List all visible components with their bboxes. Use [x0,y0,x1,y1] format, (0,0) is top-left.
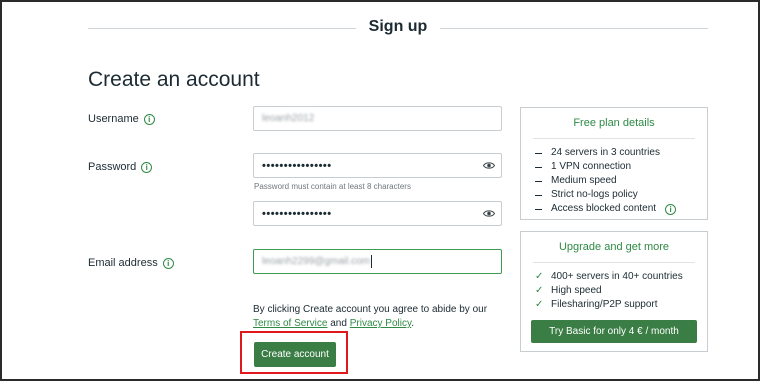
terms-of-service-link[interactable]: Terms of Service [253,318,327,329]
list-item: 24 servers in 3 countries [535,146,707,160]
dash-icon [535,208,542,210]
eye-icon[interactable] [483,209,495,218]
check-icon: ✓ [535,271,544,282]
privacy-policy-link[interactable]: Privacy Policy [350,318,412,329]
list-item-label: Medium speed [551,175,617,186]
confirm-password-input[interactable]: •••••••••••••••• [253,201,502,226]
list-item-label: High speed [551,285,602,296]
header-divider-left [88,28,356,29]
username-label-row: Username i [88,113,155,125]
list-item: ✓ Filesharing/P2P support [535,298,707,312]
terms-suffix: . [411,318,414,329]
list-item-label: 24 servers in 3 countries [551,147,660,158]
form-title: Create an account [88,68,260,91]
email-label: Email address [88,257,158,269]
list-item: Access blocked content i [535,202,707,216]
check-icon: ✓ [535,299,544,310]
email-value: leoanh2299@gmail.com [262,256,370,267]
free-plan-list: 24 servers in 3 countries 1 VPN connecti… [535,146,707,216]
dash-icon [535,152,542,154]
check-icon: ✓ [535,285,544,296]
upgrade-panel: Upgrade and get more ✓ 400+ servers in 40… [520,231,708,352]
list-item: Strict no-logs policy [535,188,707,202]
username-label: Username [88,113,139,125]
list-item: Medium speed [535,174,707,188]
password-label-row: Password i [88,161,153,173]
list-item-label: Access blocked content [551,203,657,214]
highlight-box [240,331,348,374]
username-input[interactable]: leoanh2012 [253,106,502,131]
info-icon[interactable]: i [665,203,677,215]
upgrade-list: ✓ 400+ servers in 40+ countries ✓ High spe… [535,270,707,312]
terms-middle: and [327,318,350,329]
password-input[interactable]: •••••••••••••••• [253,153,502,178]
password-label: Password [88,161,137,173]
list-item: ✓ High speed [535,284,707,298]
list-item-label: 1 VPN connection [551,161,632,172]
password-value: •••••••••••••••• [262,159,332,172]
terms-prefix: By clicking Create account you agree to … [253,304,488,315]
list-item-label: Filesharing/P2P support [551,299,658,310]
list-item-label: 400+ servers in 40+ countries [551,271,683,282]
free-plan-panel: Free plan details 24 servers in 3 countr… [520,107,708,220]
header-divider-right [440,28,708,29]
upgrade-title: Upgrade and get more [558,241,670,253]
list-item: 1 VPN connection [535,160,707,174]
list-item-label: Strict no-logs policy [551,189,638,200]
list-item: ✓ 400+ servers in 40+ countries [535,270,707,284]
terms-text: By clicking Create account you agree to … [253,303,513,331]
panel-divider [533,138,695,139]
password-hint: Password must contain at least 8 charact… [254,182,411,191]
page-heading: Sign up [368,18,428,35]
try-basic-button[interactable]: Try Basic for only 4 € / month [531,320,697,343]
info-icon[interactable]: i [143,113,155,125]
info-icon[interactable]: i [141,161,153,173]
username-value: leoanh2012 [262,113,315,124]
text-cursor [371,255,372,268]
confirm-password-value: •••••••••••••••• [262,207,332,220]
email-label-row: Email address i [88,257,174,269]
panel-divider [533,262,695,263]
dash-icon [535,180,542,182]
free-plan-title: Free plan details [573,117,655,129]
email-input[interactable]: leoanh2299@gmail.com [253,249,502,274]
info-icon[interactable]: i [162,257,174,269]
dash-icon [535,194,542,196]
eye-icon[interactable] [483,161,495,170]
dash-icon [535,166,542,168]
